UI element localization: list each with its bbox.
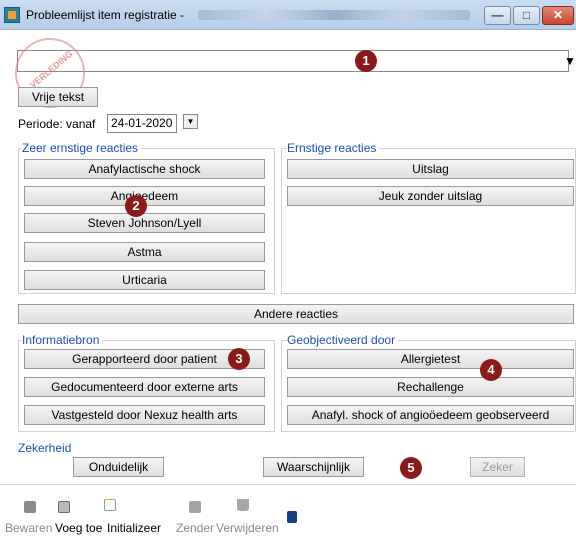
chevron-down-icon[interactable]: ▼ — [564, 54, 576, 68]
objectified-allergy-test-button[interactable]: Allergietest — [287, 349, 574, 369]
title-bar: Probleemlijst item registratie - — □ ✕ — [0, 0, 576, 30]
add-button[interactable]: Voeg toe — [55, 521, 102, 535]
certainty-unclear-button[interactable]: Onduidelijk — [73, 457, 164, 477]
information-source-title: Informatiebron — [22, 333, 103, 347]
add-icon[interactable] — [58, 501, 70, 513]
annotation-marker: 1 — [355, 50, 377, 72]
check-document-icon[interactable] — [287, 511, 297, 523]
annotation-marker: 3 — [228, 348, 250, 370]
blurred-title-details — [198, 10, 470, 20]
new-document-icon[interactable] — [104, 499, 116, 511]
save-icon[interactable] — [24, 501, 36, 513]
severe-reactions-title: Ernstige reacties — [287, 141, 380, 155]
save-button[interactable]: Bewaren — [5, 521, 52, 535]
close-button[interactable]: ✕ — [542, 6, 574, 25]
window-title: Probleemlijst item registratie - — [26, 8, 185, 22]
reaction-asthma-button[interactable]: Astma — [24, 242, 265, 262]
send-button[interactable]: Zender — [176, 521, 214, 535]
other-reactions-button[interactable]: Andere reacties — [18, 304, 574, 324]
source-documented-by-external-physician-button[interactable]: Gedocumenteerd door externe arts — [24, 377, 265, 397]
annotation-marker: 2 — [125, 195, 147, 217]
date-picker-button[interactable]: ▼ — [183, 114, 198, 129]
objectified-by-title: Geobjectiveerd door — [287, 333, 399, 347]
objectified-rechallenge-button[interactable]: Rechallenge — [287, 377, 574, 397]
annotation-marker: 5 — [400, 457, 422, 479]
free-text-button[interactable]: Vrije tekst — [18, 87, 98, 107]
period-label: Periode: vanaf — [18, 117, 96, 131]
period-date-field[interactable]: 24-01-2020 — [107, 114, 177, 133]
very-severe-reactions-title: Zeer ernstige reacties — [22, 141, 142, 155]
certainty-probable-button[interactable]: Waarschijnlijk — [263, 457, 364, 477]
app-icon — [4, 7, 20, 23]
source-established-by-nexuz-physician-button[interactable]: Vastgesteld door Nexuz health arts — [24, 405, 265, 425]
minimize-icon: — — [491, 8, 504, 22]
problem-search-input[interactable] — [17, 50, 569, 72]
minimize-button[interactable]: — — [484, 6, 511, 25]
reaction-urticaria-button[interactable]: Urticaria — [24, 270, 265, 290]
close-icon: ✕ — [552, 8, 564, 22]
reaction-steven-johnson-button[interactable]: Steven Johnson/Lyell — [24, 213, 265, 233]
trash-icon[interactable] — [237, 499, 249, 511]
toolbar-divider — [0, 484, 576, 485]
maximize-icon: □ — [522, 8, 531, 22]
stamp-text: VERLEDING — [27, 48, 75, 91]
annotation-marker: 4 — [480, 359, 502, 381]
reaction-anaphylactic-shock-button[interactable]: Anafylactische shock — [24, 159, 265, 179]
send-icon[interactable] — [189, 501, 201, 513]
maximize-button[interactable]: □ — [513, 6, 540, 25]
objectified-observed-shock-button[interactable]: Anafyl. shock of angioöedeem geobserveer… — [287, 405, 574, 425]
certainty-certain-button[interactable]: Zeker — [470, 457, 525, 477]
reaction-itch-without-rash-button[interactable]: Jeuk zonder uitslag — [287, 186, 574, 206]
reaction-rash-button[interactable]: Uitslag — [287, 159, 574, 179]
certainty-title: Zekerheid — [18, 441, 75, 455]
delete-button[interactable]: Verwijderen — [216, 521, 279, 535]
initialize-button[interactable]: Initializeer — [107, 521, 161, 535]
stamp-watermark: VERLEDING — [0, 23, 100, 123]
